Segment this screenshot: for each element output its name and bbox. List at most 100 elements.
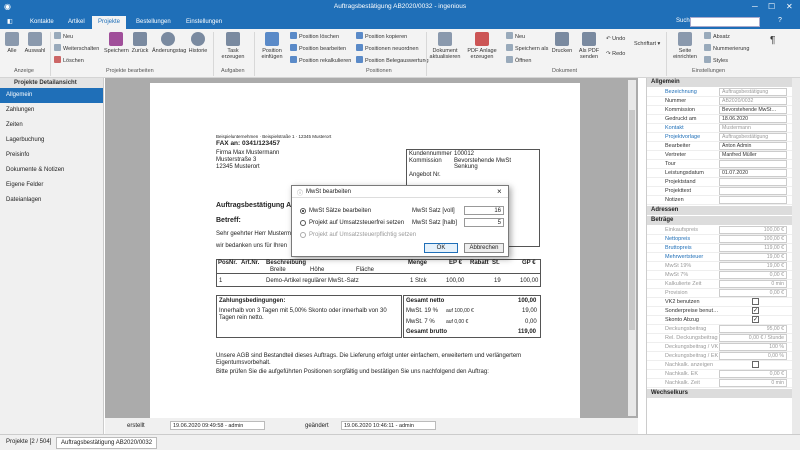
nav-item-allgemein[interactable]: Allgemein <box>0 88 103 103</box>
scrollbar-thumb[interactable] <box>629 110 635 330</box>
auswahl-button[interactable]: Auswahl <box>24 32 46 54</box>
property-value[interactable]: Auftragsbestätigung <box>719 88 787 96</box>
property-value[interactable]: 0,00 % <box>719 352 787 360</box>
property-value[interactable]: 0,00 € <box>719 289 787 297</box>
search-input[interactable] <box>690 17 760 27</box>
position-loeschen-button[interactable]: Position löschen <box>290 32 339 40</box>
zurueck-button[interactable]: Zurück <box>130 32 150 54</box>
property-checkbox[interactable] <box>752 361 759 368</box>
property-value[interactable]: 01.07.2020 <box>719 169 787 177</box>
section-header[interactable]: Beträge <box>647 216 793 225</box>
mwst-halb-input[interactable]: 5 <box>464 218 504 227</box>
property-label[interactable]: Nettopreis <box>665 236 690 242</box>
property-value[interactable]: 0 min <box>719 379 787 387</box>
property-checkbox[interactable]: ✓ <box>752 316 759 323</box>
property-value[interactable]: 19,00 € <box>719 253 787 261</box>
cancel-button[interactable]: Abbrechen <box>464 243 504 253</box>
property-label[interactable]: Projektvorlage <box>665 134 700 140</box>
position-bearbeiten-button[interactable]: Position bearbeiten <box>290 44 346 52</box>
aenderungstag-button[interactable]: Änderungstag <box>152 32 186 54</box>
tab-current-document[interactable]: Auftragsbestätigung AB2020/0032 <box>56 437 158 449</box>
speichern-als-button[interactable]: Speichern als <box>506 44 548 52</box>
property-value[interactable]: 100 % <box>719 343 787 351</box>
tab-projekte[interactable]: Projekte <box>92 16 127 29</box>
task-erzeugen-button[interactable]: Task erzeugen <box>216 32 250 60</box>
als-pdf-senden-button[interactable]: Als PDF senden <box>576 32 602 60</box>
property-label[interactable]: Bruttopreis <box>665 245 692 251</box>
position-rekalkulieren-button[interactable]: Position rekalkulieren <box>290 56 351 64</box>
property-value[interactable]: Manfred Müller <box>719 151 787 159</box>
radio-umsatzsteuerfrei[interactable] <box>300 220 306 226</box>
nav-item-dokumente[interactable]: Dokumente & Notizen <box>0 163 103 178</box>
nav-item-dateianlagen[interactable]: Dateianlagen <box>0 193 103 208</box>
historie-button[interactable]: Historie <box>186 32 210 54</box>
property-checkbox[interactable] <box>752 298 759 305</box>
tab-bestellungen[interactable]: Bestellungen <box>130 16 177 29</box>
tab-kontakte[interactable]: Kontakte <box>24 16 60 29</box>
speichern-button[interactable]: Speichern <box>104 32 129 54</box>
nav-item-zahlungen[interactable]: Zahlungen <box>0 103 103 118</box>
property-value[interactable]: AB2020/0032 <box>719 97 787 105</box>
tab-einstellungen[interactable]: Einstellungen <box>180 16 228 29</box>
position-kopieren-button[interactable]: Position kopieren <box>356 32 407 40</box>
styles-button[interactable]: Styles <box>704 56 728 64</box>
section-header[interactable]: Allgemein <box>647 78 793 87</box>
absatz-button[interactable]: Absatz <box>704 32 730 40</box>
close-icon[interactable]: ✕ <box>786 2 793 11</box>
nav-item-zeiten[interactable]: Zeiten <box>0 118 103 133</box>
alle-button[interactable]: Alle <box>4 32 20 54</box>
help-icon[interactable]: ? <box>778 17 782 24</box>
tab-projekte-list[interactable]: Projekte [2 / 504] <box>2 437 55 447</box>
section-header[interactable]: Adressen <box>647 206 793 215</box>
property-value[interactable] <box>719 160 787 168</box>
property-label[interactable]: Kontakt <box>665 125 684 131</box>
property-value[interactable]: 100,00 € <box>719 226 787 234</box>
position-einfuegen-button[interactable]: Position einfügen <box>258 32 286 60</box>
dialog-close-icon[interactable]: × <box>497 187 502 196</box>
position-belegauswertung-button[interactable]: Position Belegauswertung <box>356 56 429 64</box>
document-scrollbar[interactable] <box>628 80 636 416</box>
undo-button[interactable]: ↶ Undo <box>606 36 625 42</box>
properties-scrollbar[interactable] <box>792 78 800 434</box>
property-label[interactable]: Mehrwertsteuer <box>665 254 703 260</box>
property-value[interactable]: 0,00 € <box>719 370 787 378</box>
minimize-icon[interactable]: ─ <box>752 2 758 11</box>
nummerierung-button[interactable]: Nummerierung <box>704 44 749 52</box>
neu-button[interactable]: Neu <box>54 32 73 40</box>
property-value[interactable]: 100,00 € <box>719 235 787 243</box>
doc-neu-button[interactable]: Neu <box>506 32 525 40</box>
property-value[interactable]: 19,00 € <box>719 262 787 270</box>
property-value[interactable]: 18.06.2020 <box>719 115 787 123</box>
dokument-aktualisieren-button[interactable]: Dokument aktualisieren <box>428 32 462 60</box>
property-checkbox[interactable]: ✓ <box>752 307 759 314</box>
nav-item-eigene-felder[interactable]: Eigene Felder <box>0 178 103 193</box>
property-value[interactable] <box>719 196 787 204</box>
property-value[interactable]: 119,00 € <box>719 244 787 252</box>
property-value[interactable]: Bevorstehende MwSt… <box>719 106 787 114</box>
section-header[interactable]: Wechselkurs <box>647 389 793 398</box>
oeffnen-button[interactable]: Öffnen <box>506 56 531 64</box>
property-value[interactable]: 0,00 € <box>719 271 787 279</box>
radio-mwst-bearbeiten[interactable] <box>300 208 306 214</box>
positionen-neuordnen-button[interactable]: Positionen neuordnen <box>356 44 419 52</box>
nav-item-preisinfo[interactable]: Preisinfo <box>0 148 103 163</box>
schriftart-button[interactable]: Schriftart ▾ <box>634 41 660 47</box>
loeschen-button[interactable]: Löschen <box>54 56 84 64</box>
property-value[interactable]: 0 min <box>719 280 787 288</box>
mwst-voll-input[interactable]: 16 <box>464 206 504 215</box>
menu-icon[interactable]: ◧ <box>7 18 13 25</box>
property-value[interactable]: 0,00 € / Stunde <box>719 334 787 342</box>
drucken-button[interactable]: Drucken <box>550 32 574 54</box>
ok-button[interactable]: OK <box>424 243 458 253</box>
property-value[interactable]: Anton Admin <box>719 142 787 150</box>
property-value[interactable]: Mustermann <box>719 124 787 132</box>
pilcrow-icon[interactable]: ¶ <box>770 35 775 46</box>
property-value[interactable]: 95,00 € <box>719 325 787 333</box>
pdf-anlage-button[interactable]: PDF Anlage erzeugen <box>466 32 498 60</box>
tab-artikel[interactable]: Artikel <box>62 16 91 29</box>
property-value[interactable]: Auftragsbestätigung <box>719 133 787 141</box>
nav-item-lagerbuchung[interactable]: Lagerbuchung <box>0 133 103 148</box>
maximize-icon[interactable]: ☐ <box>768 2 775 11</box>
seite-einrichten-button[interactable]: Seite einrichten <box>670 32 700 60</box>
property-value[interactable] <box>719 178 787 186</box>
